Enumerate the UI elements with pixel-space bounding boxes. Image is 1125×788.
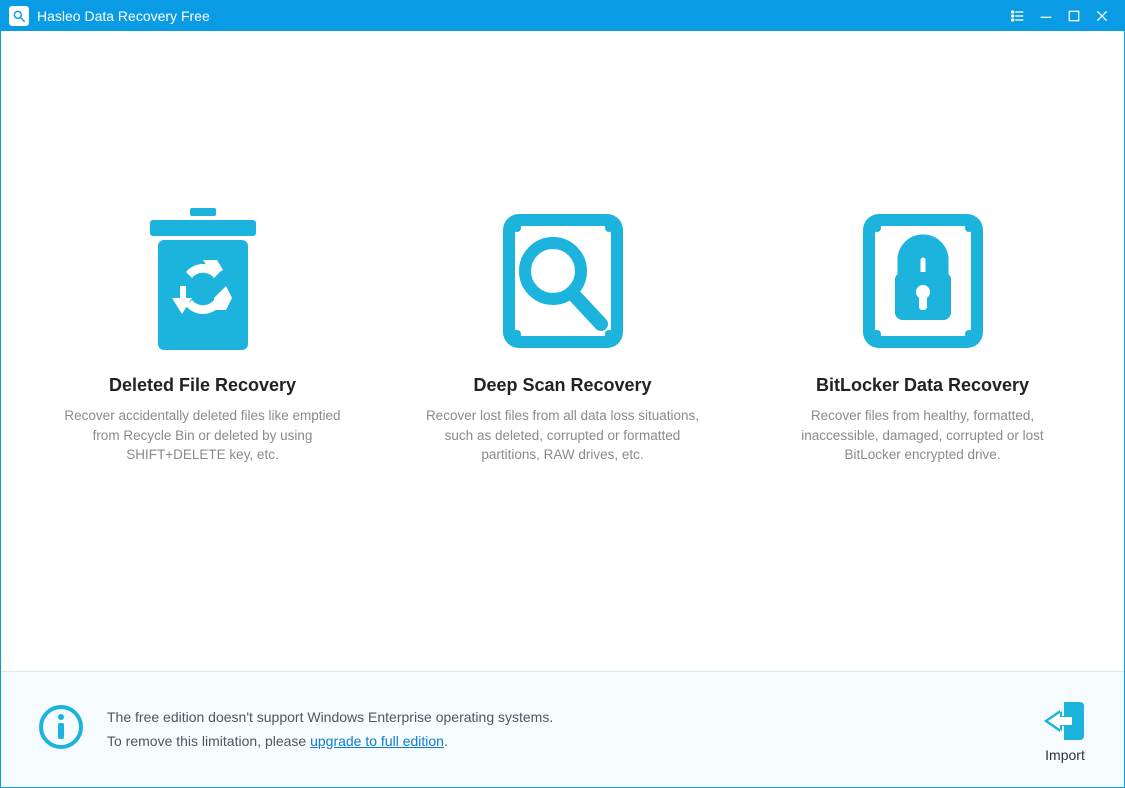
- option-desc: Recover lost files from all data loss si…: [413, 406, 713, 465]
- option-desc: Recover accidentally deleted files like …: [53, 406, 353, 465]
- option-title: Deep Scan Recovery: [413, 375, 713, 396]
- option-deep-scan-recovery[interactable]: Deep Scan Recovery Recover lost files fr…: [413, 201, 713, 465]
- maximize-icon[interactable]: [1060, 2, 1088, 30]
- minimize-icon[interactable]: [1032, 2, 1060, 30]
- recycle-bin-icon: [53, 201, 353, 361]
- drive-lock-icon: [773, 201, 1073, 361]
- menu-icon[interactable]: [1004, 2, 1032, 30]
- import-label: Import: [1030, 747, 1100, 763]
- footer-line1: The free edition doesn't support Windows…: [107, 706, 1030, 729]
- main-panel: Deleted File Recovery Recover accidental…: [1, 31, 1124, 671]
- option-title: BitLocker Data Recovery: [773, 375, 1073, 396]
- footer-line2: To remove this limitation, please upgrad…: [107, 730, 1030, 753]
- footer-bar: The free edition doesn't support Windows…: [1, 671, 1124, 787]
- drive-scan-icon: [413, 201, 713, 361]
- titlebar: Hasleo Data Recovery Free: [1, 1, 1124, 31]
- footer-line2-prefix: To remove this limitation, please: [107, 733, 310, 749]
- close-icon[interactable]: [1088, 2, 1116, 30]
- info-icon: [37, 703, 85, 756]
- option-bitlocker-recovery[interactable]: BitLocker Data Recovery Recover files fr…: [773, 201, 1073, 465]
- option-desc: Recover files from healthy, formatted, i…: [773, 406, 1073, 465]
- option-deleted-file-recovery[interactable]: Deleted File Recovery Recover accidental…: [53, 201, 353, 465]
- footer-line2-suffix: .: [444, 733, 448, 749]
- import-icon: [1030, 697, 1100, 745]
- option-title: Deleted File Recovery: [53, 375, 353, 396]
- app-icon: [9, 6, 29, 26]
- footer-message: The free edition doesn't support Windows…: [107, 706, 1030, 752]
- upgrade-link[interactable]: upgrade to full edition: [310, 733, 444, 749]
- import-button[interactable]: Import: [1030, 697, 1100, 763]
- window-title: Hasleo Data Recovery Free: [37, 8, 210, 24]
